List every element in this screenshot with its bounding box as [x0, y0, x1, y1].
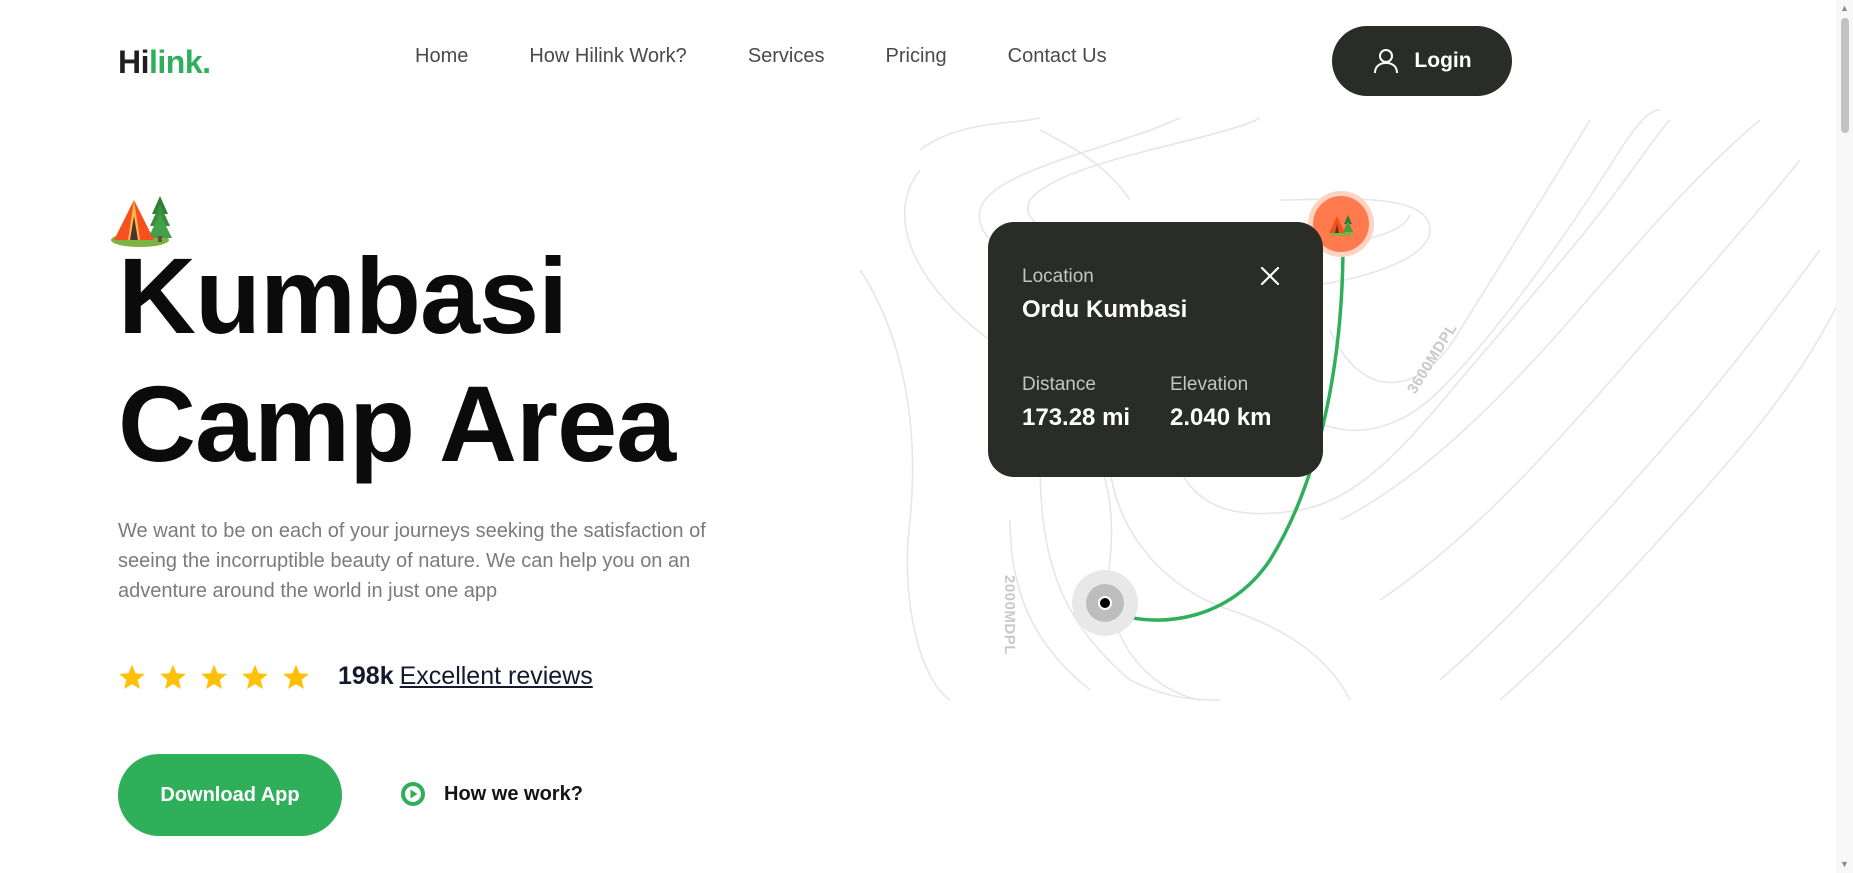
tent-icon — [1329, 215, 1353, 236]
location-card: Location Ordu Kumbasi Distance 173.28 mi… — [988, 222, 1323, 477]
close-icon[interactable] — [1260, 266, 1280, 286]
login-label: Login — [1414, 49, 1472, 72]
start-marker-core — [1098, 596, 1112, 610]
rating: 198k Excellent reviews — [118, 662, 593, 691]
distance-label: Distance — [1022, 374, 1096, 395]
start-location-marker[interactable] — [1072, 570, 1138, 636]
distance-value: 173.28 mi — [1022, 404, 1131, 431]
contour-label-2000: 2000MDPL — [1001, 575, 1018, 655]
elevation-label: Elevation — [1170, 374, 1249, 395]
hero-title: Kumbasi Camp Area — [118, 232, 676, 488]
logo-text-green: link. — [149, 44, 211, 80]
star-icon — [160, 664, 186, 689]
logo-text-dark: Hi — [118, 44, 150, 80]
play-icon — [401, 782, 425, 806]
download-app-button[interactable]: Download App — [118, 754, 342, 836]
how-we-work-label: How we work? — [444, 782, 583, 805]
page-scrollbar[interactable]: ▲ ▼ — [1836, 0, 1853, 873]
review-count: 198k — [338, 662, 394, 690]
elevation-value: 2.040 km — [1170, 404, 1272, 431]
hero-description: We want to be on each of your journeys s… — [118, 520, 706, 602]
login-button[interactable]: Login — [1332, 26, 1512, 96]
scroll-up-arrow-icon[interactable]: ▲ — [1839, 3, 1850, 14]
location-label: Location — [1022, 266, 1094, 287]
nav-pricing[interactable]: Pricing — [886, 45, 947, 68]
main-nav: Home How Hilink Work? Services Pricing C… — [415, 45, 1168, 68]
contour-label-3600: 3600MDPL — [1404, 320, 1461, 398]
location-value: Ordu Kumbasi — [1022, 296, 1188, 323]
nav-contact-us[interactable]: Contact Us — [1008, 45, 1107, 68]
hero-title-line2: Camp Area — [118, 363, 676, 484]
hero-title-line1: Kumbasi — [118, 235, 568, 356]
nav-home[interactable]: Home — [415, 45, 468, 68]
nav-services[interactable]: Services — [748, 45, 825, 68]
star-rating — [118, 663, 310, 691]
start-marker-ring — [1086, 584, 1124, 622]
how-we-work-button[interactable]: How we work? — [400, 781, 583, 807]
scroll-thumb[interactable] — [1841, 18, 1849, 133]
user-icon — [1374, 49, 1399, 74]
nav-how-hilink-work[interactable]: How Hilink Work? — [529, 45, 686, 68]
scroll-down-arrow-icon[interactable]: ▼ — [1839, 859, 1850, 870]
star-icon — [242, 664, 268, 689]
star-icon — [201, 664, 227, 689]
star-icon — [119, 664, 145, 689]
logo[interactable]: Hilink. — [118, 44, 211, 81]
star-icon — [283, 664, 309, 689]
reviews-link[interactable]: Excellent reviews — [400, 662, 593, 691]
